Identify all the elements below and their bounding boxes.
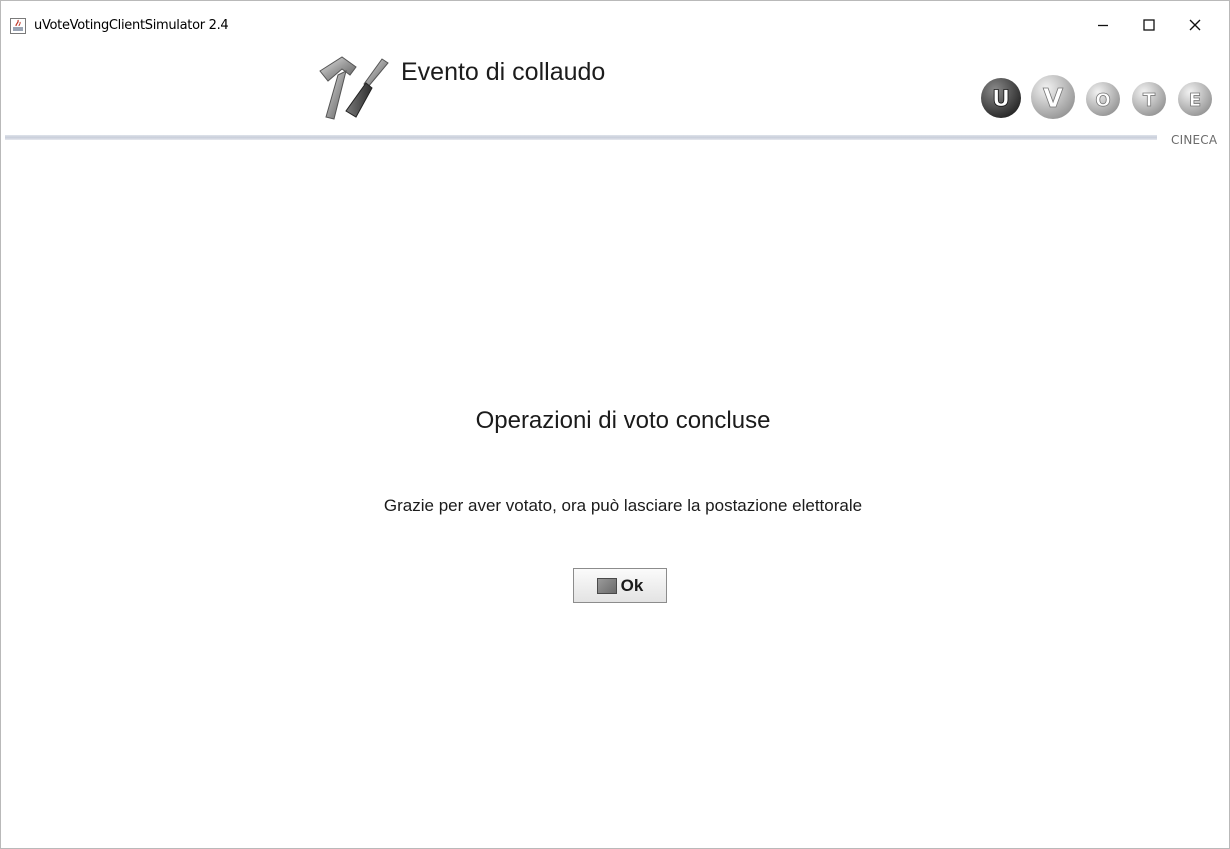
logo-letter-o: O — [1095, 90, 1110, 111]
ok-button[interactable]: Ok — [573, 568, 667, 603]
ok-button-label: Ok — [620, 575, 644, 595]
close-icon — [1189, 19, 1201, 31]
hammer-screwdriver-icon — [319, 56, 389, 120]
completion-message: Grazie per aver votato, ora può lasciare… — [383, 496, 863, 515]
logo-letter-u: U — [992, 87, 1010, 112]
app-window: uVoteVotingClientSimulator 2.4 Evento di… — [0, 0, 1230, 849]
square-icon — [596, 577, 617, 594]
logo-letter-e: E — [1189, 90, 1201, 111]
minimize-icon — [1098, 24, 1108, 27]
logo-caption: CINECA — [1171, 133, 1218, 147]
completion-heading: Operazioni di voto concluse — [475, 407, 771, 434]
title-bar[interactable]: uVoteVotingClientSimulator 2.4 — [1, 1, 1229, 41]
logo-letter-t: T — [1143, 90, 1156, 111]
logo-letter-v: V — [1043, 84, 1063, 114]
minimize-button[interactable] — [1080, 9, 1126, 41]
java-app-icon — [10, 18, 26, 34]
window-title: uVoteVotingClientSimulator 2.4 — [34, 18, 229, 33]
event-title: Evento di collaudo — [401, 58, 606, 86]
header-divider — [5, 135, 1157, 140]
uvote-logo: U V O T E — [981, 75, 1212, 119]
maximize-icon — [1143, 19, 1155, 31]
close-button[interactable] — [1172, 9, 1218, 41]
maximize-button[interactable] — [1126, 9, 1172, 41]
